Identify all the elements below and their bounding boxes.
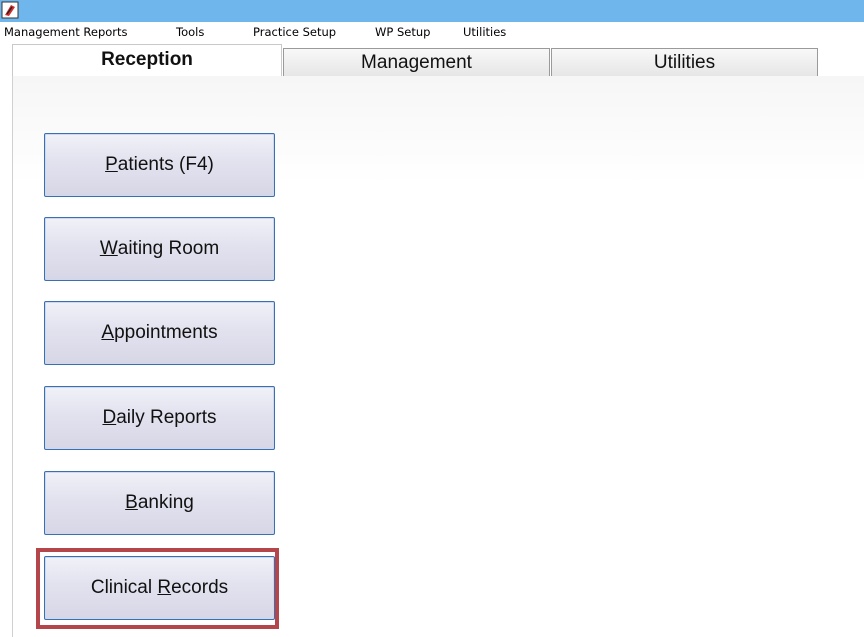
button-label: aily Reports <box>116 407 217 428</box>
button-accelerator-key: A <box>101 322 115 343</box>
button-accelerator-key: P <box>105 154 118 175</box>
menu-bar: Management Reports Tools Practice Setup … <box>0 22 864 42</box>
button-label: atients (F4) <box>117 154 214 175</box>
highlight-annotation <box>36 548 279 629</box>
menu-utilities[interactable]: Utilities <box>463 25 506 39</box>
button-accelerator-key: W <box>99 238 118 259</box>
tab-utilities[interactable]: Utilities <box>551 48 818 76</box>
button-accelerator-key: D <box>102 407 117 428</box>
button-accelerator-key: B <box>125 492 138 513</box>
button-label: aiting Room <box>117 238 220 259</box>
menu-practice-setup[interactable]: Practice Setup <box>253 25 336 39</box>
button-label: ppointments <box>114 322 218 343</box>
tab-reception[interactable]: Reception <box>12 44 282 76</box>
menu-management-reports[interactable]: Management Reports <box>4 25 128 39</box>
menu-tools[interactable]: Tools <box>176 25 204 39</box>
app-logo-icon <box>1 1 19 19</box>
daily-reports-button[interactable]: Daily Reports <box>44 386 275 450</box>
appointments-button[interactable]: Appointments <box>44 301 275 365</box>
panel-left-border <box>12 76 13 637</box>
title-bar <box>0 0 864 22</box>
button-label: anking <box>137 492 194 513</box>
menu-wp-setup[interactable]: WP Setup <box>375 25 430 39</box>
patients-button[interactable]: Patients (F4) <box>44 133 275 197</box>
waiting-room-button[interactable]: Waiting Room <box>44 217 275 281</box>
banking-button[interactable]: Banking <box>44 471 275 535</box>
tab-management[interactable]: Management <box>283 48 550 76</box>
